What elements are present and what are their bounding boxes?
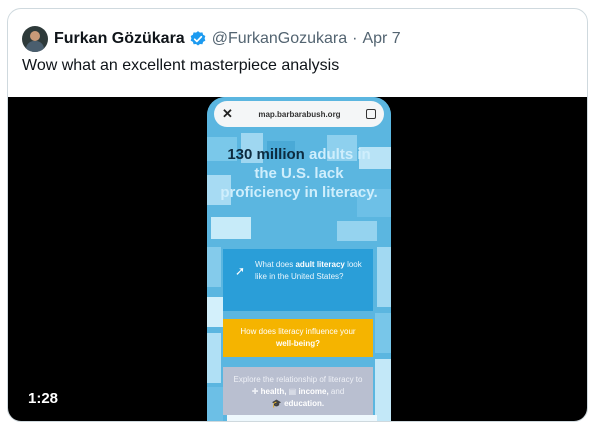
video-duration: 1:28 <box>22 388 65 409</box>
avatar-body <box>26 41 44 52</box>
phone-screen-recording: ✕ map.barbarabush.org 130 million adults… <box>207 97 391 421</box>
card1-bold: adult literacy <box>295 260 345 269</box>
tabs-icon <box>366 109 376 119</box>
close-icon: ✕ <box>222 106 233 121</box>
card2-prefix: How does literacy influence your <box>240 327 356 336</box>
adult-literacy-card: ➚ What does adult literacy look like in … <box>223 249 373 311</box>
card3-and: and <box>330 387 345 396</box>
browser-url-bar: ✕ map.barbarabush.org <box>214 101 384 127</box>
cursor-icon: ➚ <box>235 264 246 278</box>
author-name[interactable]: Furkan Gözükara <box>54 30 185 48</box>
card3-health: health, <box>260 387 287 396</box>
browser-url: map.barbarabush.org <box>258 109 341 119</box>
card1-prefix: What does <box>255 260 294 269</box>
headline-emphasis: 130 million <box>227 146 305 163</box>
income-icon: ▤ <box>288 387 297 396</box>
card3-prefix: Explore the relationship of literacy to <box>233 375 363 384</box>
card3-education: education. <box>284 399 325 408</box>
card2-bold: well-being? <box>276 339 320 348</box>
map-headline: 130 million adults in the U.S. lack prof… <box>217 145 381 202</box>
avatar-head <box>30 31 40 41</box>
tweet-card[interactable]: Furkan Gözükara @FurkanGozukara · Apr 7 … <box>7 8 588 422</box>
relationship-card: Explore the relationship of literacy to … <box>223 367 373 415</box>
health-icon: ✚ <box>251 387 259 396</box>
verified-badge-icon <box>190 31 206 46</box>
video-player[interactable]: ✕ map.barbarabush.org 130 million adults… <box>8 97 587 421</box>
separator-dot: · <box>352 30 358 47</box>
tweet-date[interactable]: Apr 7 <box>362 30 400 48</box>
card3-income: income, <box>298 387 329 396</box>
well-being-card: How does literacy influence your well-be… <box>223 319 373 357</box>
avatar[interactable] <box>22 26 48 52</box>
tweet-header: Furkan Gözükara @FurkanGozukara · Apr 7 <box>22 25 401 53</box>
author-handle[interactable]: @FurkanGozukara <box>212 30 347 48</box>
tweet-text: Wow what an excellent masterpiece analys… <box>22 57 340 74</box>
education-icon: 🎓 <box>271 399 282 408</box>
